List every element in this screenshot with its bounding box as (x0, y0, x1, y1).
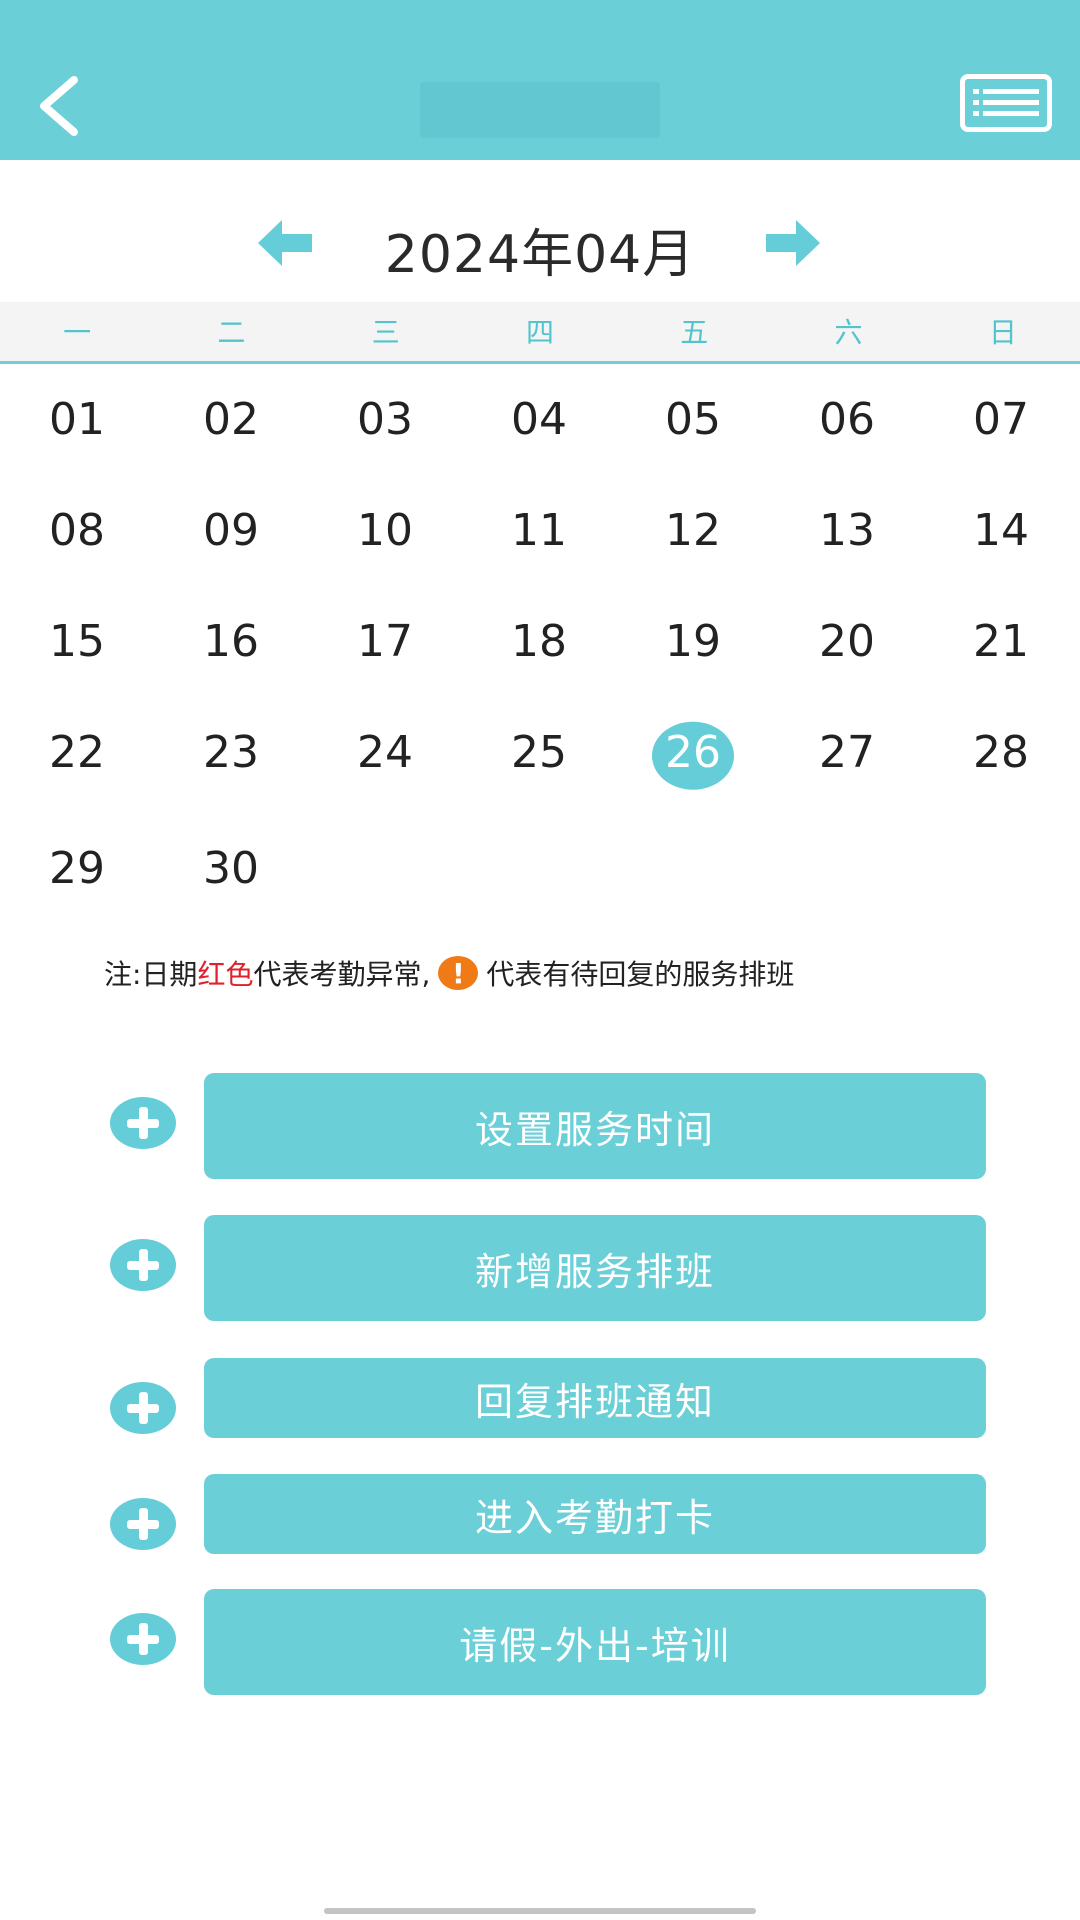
weekday-label: 六 (834, 316, 863, 349)
list-icon (973, 89, 1039, 116)
calendar-day[interactable]: 30 (154, 808, 308, 928)
calendar-day-number: 25 (511, 727, 567, 778)
calendar-day-number: 06 (819, 394, 875, 445)
calendar-day-number: 27 (819, 727, 875, 778)
calendar-day-number: 11 (511, 505, 567, 556)
calendar-day-number: 15 (49, 616, 105, 667)
weekday-label: 五 (680, 316, 709, 349)
weekday-header: 一二三四五六日 (0, 302, 1080, 364)
plus-icon[interactable] (110, 1239, 176, 1291)
calendar-day[interactable]: 06 (770, 364, 924, 475)
calendar-day-number: 08 (49, 505, 105, 556)
action-button[interactable]: 新增服务排班 (204, 1215, 986, 1321)
calendar-day-selected[interactable]: 26 (616, 697, 770, 808)
action-button[interactable]: 请假-外出-培训 (204, 1589, 986, 1695)
action-button[interactable]: 回复排班通知 (204, 1358, 986, 1438)
calendar-day[interactable]: 18 (462, 586, 616, 697)
calendar-day-number: 10 (357, 505, 413, 556)
calendar-day-number: 26 (665, 727, 721, 778)
weekday-label: 一 (63, 316, 92, 349)
calendar-day[interactable]: 27 (770, 697, 924, 808)
action-button[interactable]: 进入考勤打卡 (204, 1474, 986, 1554)
calendar-day[interactable]: 24 (308, 697, 462, 808)
calendar-day-number: 23 (203, 727, 259, 778)
weekday-label: 日 (988, 316, 1017, 349)
calendar-day-number: 22 (49, 727, 105, 778)
warning-icon: ! (438, 956, 479, 990)
calendar-day[interactable]: 29 (0, 808, 154, 928)
calendar-day-number: 07 (973, 394, 1029, 445)
calendar-day[interactable]: 25 (462, 697, 616, 808)
calendar-day[interactable]: 14 (924, 475, 1078, 586)
list-menu-button[interactable] (960, 74, 1052, 132)
calendar-day[interactable]: 16 (154, 586, 308, 697)
note-red-word: 红色 (197, 958, 254, 991)
plus-icon[interactable] (110, 1382, 176, 1434)
plus-icon[interactable] (110, 1498, 176, 1550)
header-bar (0, 0, 1080, 160)
calendar-day-number: 01 (49, 394, 105, 445)
month-navigator: 2024年04月 (0, 200, 1080, 290)
calendar-day[interactable]: 05 (616, 364, 770, 475)
calendar-day[interactable]: 15 (0, 586, 154, 697)
calendar-day-number: 19 (665, 616, 721, 667)
calendar-day[interactable]: 12 (616, 475, 770, 586)
calendar-day-number: 12 (665, 505, 721, 556)
calendar-day[interactable]: 03 (308, 364, 462, 475)
calendar-day[interactable]: 01 (0, 364, 154, 475)
calendar-day-number: 24 (357, 727, 413, 778)
weekday-label: 四 (525, 316, 554, 349)
legend-note: 注:日期 红色 代表考勤异常, ! 代表有待回复的服务排班 (104, 950, 1004, 996)
calendar-day[interactable]: 17 (308, 586, 462, 697)
plus-icon[interactable] (110, 1097, 176, 1149)
calendar-day[interactable]: 28 (924, 697, 1078, 808)
calendar-day-number: 20 (819, 616, 875, 667)
calendar-day[interactable]: 09 (154, 475, 308, 586)
calendar-day-number: 02 (203, 394, 259, 445)
calendar-day-number: 13 (819, 505, 875, 556)
arrow-left-icon (258, 220, 312, 266)
home-indicator (324, 1908, 756, 1914)
calendar-day-number: 28 (973, 727, 1029, 778)
calendar-day[interactable]: 13 (770, 475, 924, 586)
previous-month-button[interactable] (258, 218, 314, 268)
weekday-label: 二 (217, 316, 246, 349)
plus-icon[interactable] (110, 1613, 176, 1665)
calendar-day[interactable]: 11 (462, 475, 616, 586)
calendar-day[interactable]: 02 (154, 364, 308, 475)
note-middle: 代表考勤异常, (253, 958, 431, 991)
calendar-grid: 01 02 03 04 05 06 07 08 09 10 11 12 13 14 15 16 17 18 19 20… (0, 364, 1080, 928)
calendar-day-number: 09 (203, 505, 259, 556)
action-button[interactable]: 设置服务时间 (204, 1073, 986, 1179)
page-title (420, 82, 660, 138)
calendar-day-number: 04 (511, 394, 567, 445)
note-prefix: 注:日期 (104, 958, 198, 991)
calendar-day[interactable]: 07 (924, 364, 1078, 475)
back-button[interactable] (28, 70, 98, 140)
calendar-day-number: 17 (357, 616, 413, 667)
calendar-day-number: 29 (49, 842, 105, 894)
calendar-day[interactable]: 23 (154, 697, 308, 808)
calendar-day[interactable]: 08 (0, 475, 154, 586)
calendar-day-number: 18 (511, 616, 567, 667)
arrow-right-icon (766, 220, 820, 266)
note-suffix: 代表有待回复的服务排班 (486, 958, 795, 991)
calendar-day[interactable]: 04 (462, 364, 616, 475)
chevron-left-icon (40, 76, 78, 136)
calendar-day-number: 16 (203, 616, 259, 667)
calendar-day-number: 30 (203, 842, 259, 894)
calendar-day[interactable]: 10 (308, 475, 462, 586)
calendar-day-number: 03 (357, 394, 413, 445)
calendar-day[interactable]: 22 (0, 697, 154, 808)
calendar-day-number: 14 (973, 505, 1029, 556)
calendar-day[interactable]: 19 (616, 586, 770, 697)
calendar-day[interactable]: 21 (924, 586, 1078, 697)
calendar-day[interactable]: 20 (770, 586, 924, 697)
weekday-label: 三 (371, 316, 400, 349)
current-month-label: 2024年04月 (384, 225, 696, 285)
next-month-button[interactable] (764, 218, 820, 268)
calendar-day-number: 05 (665, 394, 721, 445)
calendar-day-number: 21 (973, 616, 1029, 667)
